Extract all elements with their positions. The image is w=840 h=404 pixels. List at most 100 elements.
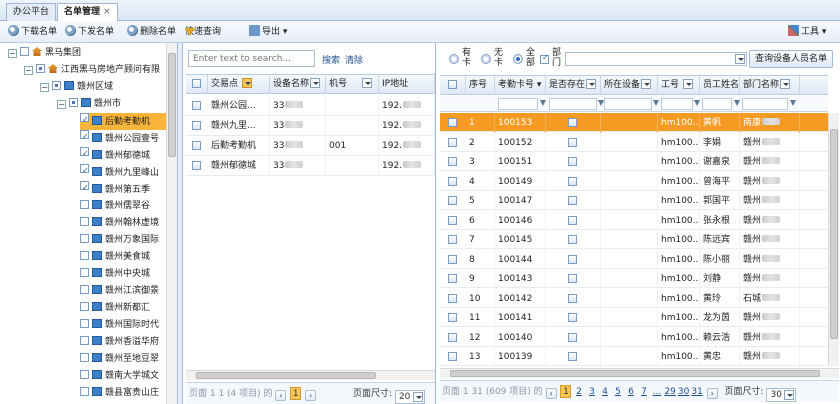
select-all-checkbox[interactable] [192, 79, 201, 88]
page-size-select[interactable]: 30 [766, 388, 797, 402]
tree-checkbox[interactable] [80, 353, 89, 362]
prev-page-button[interactable]: ‹ [275, 390, 287, 401]
row-checkbox[interactable] [448, 254, 457, 264]
row-checkbox[interactable] [448, 215, 457, 225]
table-row[interactable]: 1 100153 hm100... 黄帆 南康 [440, 113, 828, 133]
page-number[interactable]: 6 [625, 386, 636, 399]
filter-icon[interactable] [653, 100, 659, 106]
person-grid-hscrollbar[interactable] [440, 368, 839, 378]
tree-checkbox[interactable] [80, 336, 89, 345]
close-icon[interactable]: × [103, 7, 111, 17]
tree-checkbox[interactable] [36, 64, 45, 73]
row-checkbox[interactable] [448, 196, 457, 205]
scrollbar-thumb[interactable] [168, 53, 176, 157]
next-page-button[interactable]: › [706, 388, 718, 399]
tree-checkbox[interactable] [80, 285, 89, 294]
tree-node-region[interactable]: − 赣州区域 [40, 79, 113, 96]
tree-node-site[interactable]: 赣州香溢华府 [80, 334, 166, 351]
tree-node-site[interactable]: 赣县富贵山庄 [80, 385, 166, 402]
scrollbar-thumb[interactable] [830, 129, 838, 339]
filter-icon[interactable] [790, 100, 796, 106]
tree-node-site[interactable]: 赣州翰林虚境 [80, 215, 166, 232]
tree-checkbox[interactable] [80, 147, 89, 156]
quick-query-button[interactable]: 快速查询 [185, 24, 221, 40]
chevron-down-icon[interactable] [310, 78, 321, 88]
chevron-down-icon[interactable] [641, 79, 652, 89]
search-link[interactable]: 搜索 [322, 53, 340, 66]
query-device-staff-button[interactable]: 查询设备人员名单 [749, 50, 833, 68]
table-row[interactable]: 6 100146 hm100... 张永根 赣州 [440, 210, 828, 231]
tree-checkbox[interactable] [80, 181, 89, 190]
export-button[interactable]: 导出 ▾ [249, 24, 287, 40]
device-grid-hscrollbar[interactable] [186, 370, 435, 380]
col-header-machine-no[interactable]: 机号 [326, 75, 379, 94]
row-checkbox[interactable] [192, 121, 201, 130]
download-list-button[interactable]: 下载名单 [8, 24, 57, 40]
page-number[interactable]: 2 [573, 386, 584, 399]
tab-office-platform[interactable]: 办公平台 [6, 3, 57, 21]
page-number[interactable]: 29 [664, 386, 675, 399]
scrollbar-thumb[interactable] [196, 372, 376, 379]
chevron-down-icon[interactable] [586, 79, 597, 89]
collapse-icon[interactable]: − [57, 100, 66, 109]
row-checkbox[interactable] [448, 137, 457, 147]
tree-checkbox[interactable] [80, 302, 89, 311]
filter-name-input[interactable] [702, 98, 732, 110]
tab-list-management[interactable]: 名单管理 × [57, 3, 118, 21]
tree-node-site[interactable]: 赣州江滨御景 [80, 283, 166, 300]
tools-button[interactable]: 工具 ▾ [788, 24, 826, 40]
row-checkbox[interactable] [448, 176, 457, 186]
chevron-down-icon[interactable] [682, 79, 693, 89]
filter-worker-input[interactable] [661, 98, 693, 110]
tree-checkbox[interactable] [80, 217, 89, 226]
tree-checkbox[interactable] [80, 164, 89, 173]
tree-node-site[interactable]: 赣州儒翠谷 [80, 198, 166, 215]
filter-icon[interactable] [734, 100, 740, 106]
col-header-name[interactable]: 员工姓名 [700, 76, 740, 95]
delete-list-button[interactable]: 删除名单 [127, 24, 176, 40]
tree-node-site[interactable]: 赣州中央城 [80, 266, 166, 283]
table-row[interactable]: 2 100152 hm100... 李娟 赣州 [440, 132, 828, 153]
clear-link[interactable]: 清除 [345, 53, 363, 66]
page-number[interactable]: ... [651, 386, 662, 399]
radio-no-card[interactable] [481, 54, 491, 64]
page-number[interactable]: 5 [612, 386, 623, 399]
tree-checkbox[interactable] [80, 319, 89, 328]
page-number[interactable]: 3 [586, 386, 597, 399]
table-row[interactable]: 赣州九里... 33 192. [186, 116, 435, 136]
issue-list-button[interactable]: 下发名单 [65, 24, 114, 40]
tree-node-site[interactable]: 赣州第五季 [80, 181, 166, 198]
radio-has-card[interactable] [449, 54, 459, 64]
tree-checkbox[interactable] [20, 47, 29, 56]
tree-checkbox[interactable] [80, 200, 89, 209]
tree-node-site[interactable]: 赣州公园壹号 [80, 130, 166, 147]
col-header-site[interactable]: 交易点 [208, 75, 270, 94]
row-checkbox[interactable] [448, 118, 457, 127]
row-checkbox[interactable] [448, 352, 457, 361]
tree-scrollbar[interactable] [166, 43, 177, 404]
row-checkbox[interactable] [448, 313, 457, 322]
tree-checkbox[interactable] [80, 387, 89, 396]
page-size-select[interactable]: 20 [394, 390, 425, 404]
select-all-checkbox[interactable] [448, 80, 457, 89]
tree-checkbox[interactable] [80, 251, 89, 260]
department-select[interactable] [565, 52, 747, 66]
col-header-card-no[interactable]: 考勤卡号 ▾ [495, 76, 546, 95]
table-row[interactable]: 9 100143 hm100... 刘静 赣州 [440, 269, 828, 289]
row-checkbox[interactable] [192, 161, 201, 170]
col-header-ip[interactable]: IP地址 [379, 75, 435, 94]
tree-checkbox[interactable] [52, 81, 61, 90]
tree-node-site[interactable]: 后勤考勤机 [80, 113, 166, 130]
filter-dept-input[interactable] [742, 98, 788, 110]
table-row[interactable]: 后勤考勤机 33 001 192. [186, 136, 435, 156]
tree-node-city[interactable]: − 赣州市 [57, 96, 121, 113]
page-number[interactable]: 31 [691, 386, 702, 399]
tree-node-site[interactable]: 赣州郁德城 [80, 147, 166, 164]
collapse-icon[interactable]: − [40, 83, 49, 92]
col-header-device[interactable]: 所在设备 [601, 76, 658, 95]
chevron-down-icon[interactable] [241, 78, 252, 88]
row-checkbox[interactable] [192, 101, 201, 110]
chevron-down-icon[interactable] [780, 79, 791, 89]
collapse-icon[interactable]: − [8, 49, 17, 58]
table-row[interactable]: 赣州郁德城 33 192. [186, 156, 435, 176]
